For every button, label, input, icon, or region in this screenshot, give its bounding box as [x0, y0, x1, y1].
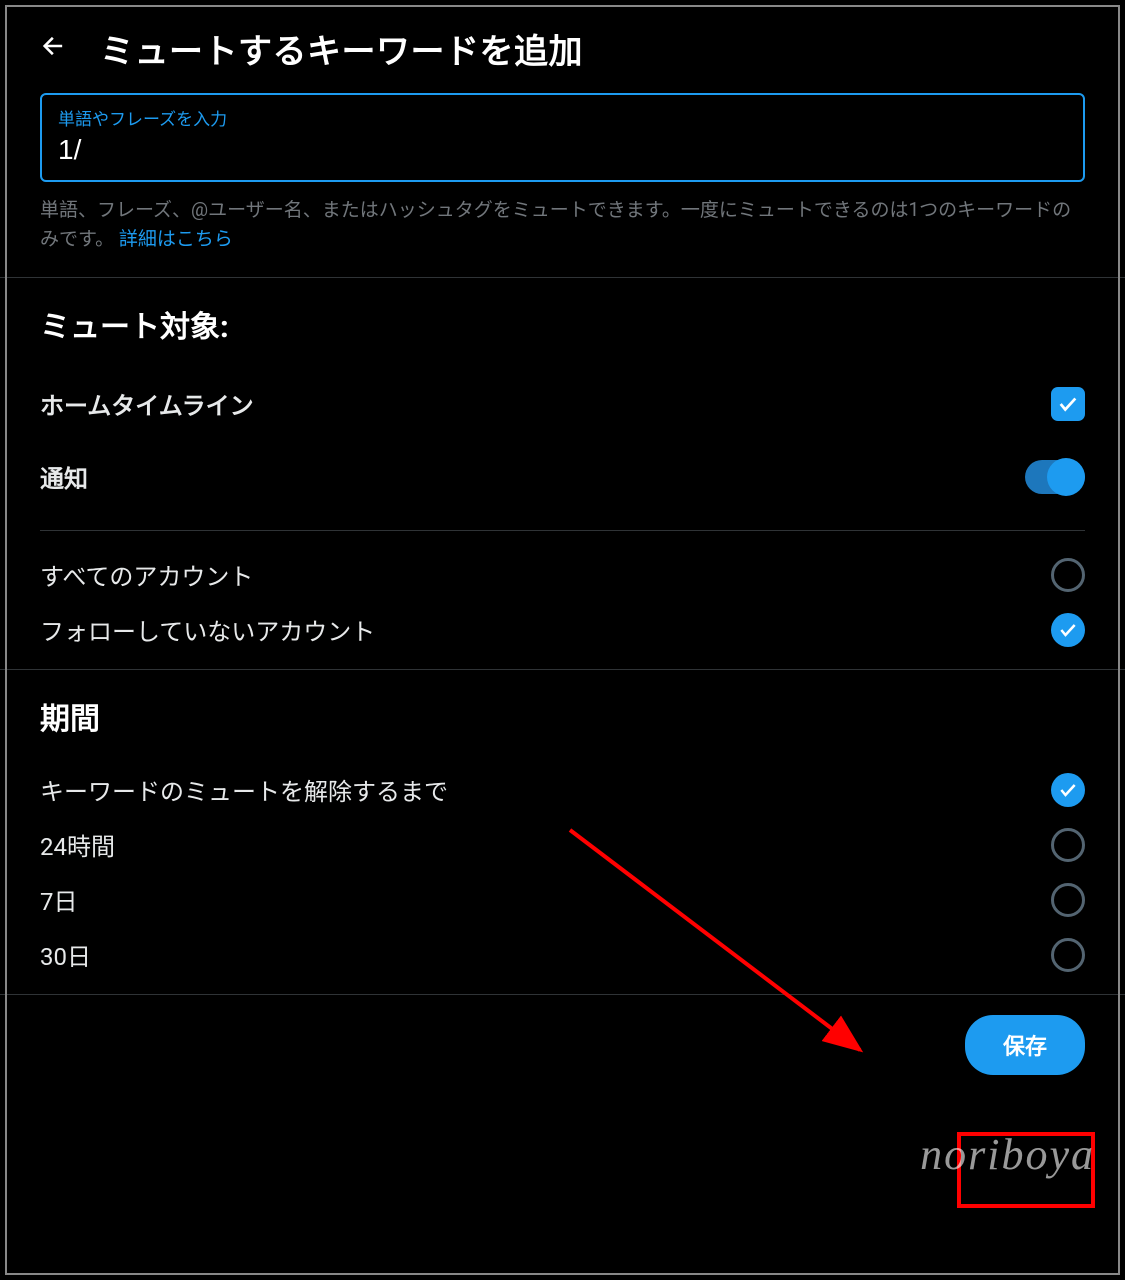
mute-target-title: ミュート対象:: [40, 302, 1085, 346]
checkbox-home-timeline[interactable]: [1051, 387, 1085, 421]
option-24h: 24時間: [40, 819, 1085, 874]
highlight-annotation: [957, 1132, 1095, 1208]
sub-divider: [40, 530, 1085, 531]
option-label-notifications: 通知: [40, 459, 88, 494]
toggle-knob-icon: [1047, 458, 1085, 496]
toggle-notifications[interactable]: [1025, 460, 1085, 494]
mute-target-section: ミュート対象: ホームタイムライン 通知 すべてのアカウント フォローしていない…: [0, 278, 1125, 669]
help-text: 単語、フレーズ、@ユーザー名、またはハッシュタグをミュートできます。一度にミュー…: [40, 196, 1085, 253]
keyword-input-wrap[interactable]: 単語やフレーズを入力: [40, 93, 1085, 182]
watermark: noriboya: [920, 1129, 1095, 1180]
option-label-30d: 30日: [40, 937, 91, 972]
radio-7d[interactable]: [1051, 883, 1085, 917]
option-all-accounts: すべてのアカウント: [40, 549, 1085, 604]
option-label-all-accounts: すべてのアカウント: [40, 557, 253, 592]
save-button[interactable]: 保存: [965, 1015, 1085, 1075]
option-label-not-following: フォローしていないアカウント: [40, 612, 375, 647]
back-arrow-icon[interactable]: [40, 30, 68, 68]
radio-all-accounts[interactable]: [1051, 558, 1085, 592]
option-30d: 30日: [40, 929, 1085, 984]
option-label-home-timeline: ホームタイムライン: [40, 386, 254, 421]
radio-24h[interactable]: [1051, 828, 1085, 862]
radio-not-following[interactable]: [1051, 613, 1085, 647]
option-home-timeline: ホームタイムライン: [40, 378, 1085, 451]
option-notifications: 通知: [40, 451, 1085, 524]
option-label-7d: 7日: [40, 882, 78, 917]
radio-30d[interactable]: [1051, 938, 1085, 972]
page-title: ミュートするキーワードを追加: [100, 24, 583, 73]
footer: 保存: [0, 994, 1125, 1095]
header: ミュートするキーワードを追加: [0, 0, 1125, 93]
option-not-following: フォローしていないアカウント: [40, 604, 1085, 659]
duration-section: 期間 キーワードのミュートを解除するまで 24時間 7日 30日: [0, 670, 1125, 994]
option-label-24h: 24時間: [40, 827, 115, 862]
keyword-input-label: 単語やフレーズを入力: [58, 105, 1067, 130]
keyword-input-section: 単語やフレーズを入力 単語、フレーズ、@ユーザー名、またはハッシュタグをミュート…: [0, 93, 1125, 277]
option-until-unmute: キーワードのミュートを解除するまで: [40, 764, 1085, 819]
option-7d: 7日: [40, 874, 1085, 929]
radio-until-unmute[interactable]: [1051, 773, 1085, 807]
help-link[interactable]: 詳細はこちら: [119, 227, 233, 250]
option-label-until-unmute: キーワードのミュートを解除するまで: [40, 772, 448, 807]
keyword-input[interactable]: [58, 134, 1067, 166]
duration-title: 期間: [40, 694, 1085, 738]
